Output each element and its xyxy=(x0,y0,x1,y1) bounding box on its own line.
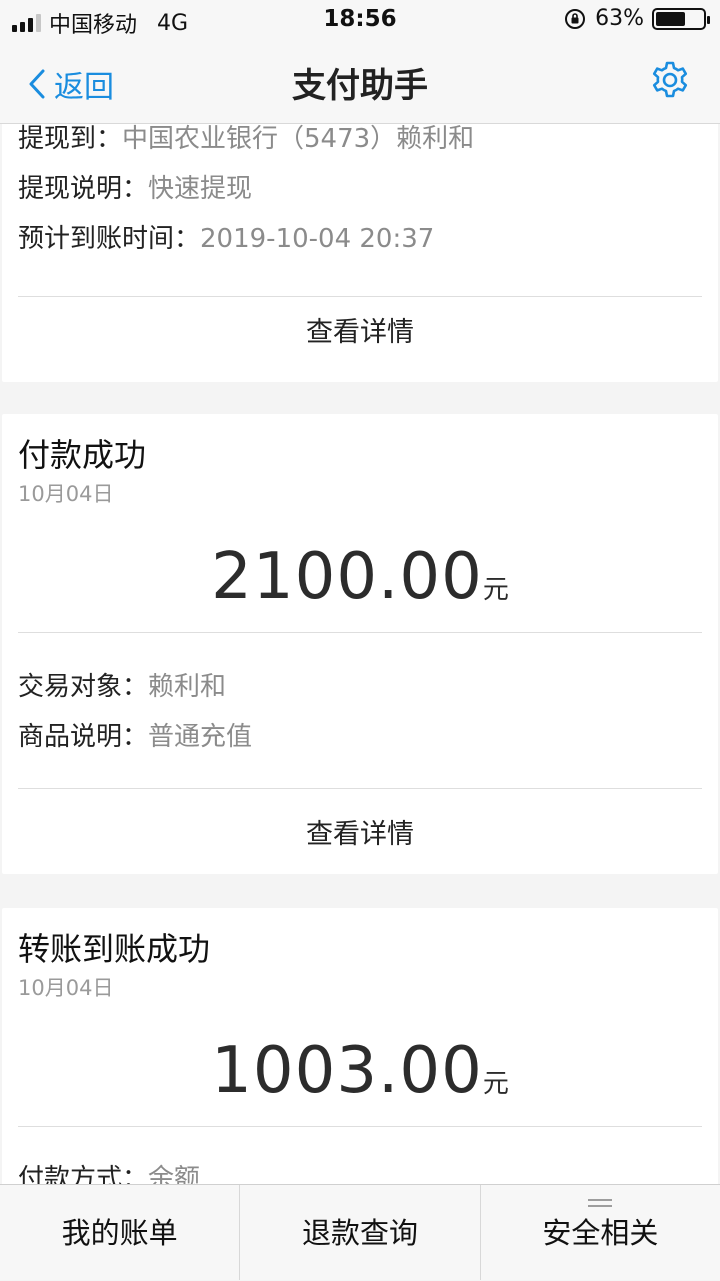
row-key: 提现说明： xyxy=(18,174,149,204)
battery-percent: 63% xyxy=(595,6,644,31)
status-bar: 中国移动 4G 18:56 63% xyxy=(0,0,720,40)
message-list[interactable]: 提现到：中国农业银行（5473）赖利和 提现说明：快速提现 预计到账时间：201… xyxy=(0,124,720,1184)
card-title: 付款成功 xyxy=(18,436,147,474)
amount-display: 2100.00元 xyxy=(2,540,718,614)
card-date: 10月04日 xyxy=(18,976,114,1000)
detail-row-payment-method: 付款方式：余额 xyxy=(2,1154,200,1184)
amount-value: 2100.00 xyxy=(211,540,483,614)
row-key: 预计到账时间： xyxy=(18,224,201,254)
row-key: 商品说明： xyxy=(18,722,149,752)
page-title: 支付助手 xyxy=(292,66,428,106)
payment-success-card: 付款成功 10月04日 2100.00元 交易对象：赖利和 商品说明：普通充值 … xyxy=(2,414,718,874)
tab-security[interactable]: 安全相关 xyxy=(479,1185,720,1280)
row-key: 提现到： xyxy=(18,124,123,154)
withdraw-card: 提现到：中国农业银行（5473）赖利和 提现说明：快速提现 预计到账时间：201… xyxy=(2,124,718,382)
gear-icon[interactable] xyxy=(650,60,690,100)
view-details-link[interactable]: 查看详情 xyxy=(2,310,718,349)
detail-row-counterparty: 交易对象：赖利和 xyxy=(2,662,252,712)
detail-row-withdraw-to: 提现到：中国农业银行（5473）赖利和 xyxy=(2,124,474,164)
rotation-lock-icon xyxy=(565,8,586,29)
detail-row-withdraw-note: 提现说明：快速提现 xyxy=(2,164,474,214)
amount-unit: 元 xyxy=(482,1069,509,1099)
detail-row-goods: 商品说明：普通充值 xyxy=(2,712,252,762)
card-date: 10月04日 xyxy=(18,482,114,506)
status-right: 63% xyxy=(563,6,710,31)
tab-my-bills[interactable]: 我的账单 xyxy=(0,1185,239,1280)
navigation-bar: 返回 支付助手 xyxy=(0,40,720,124)
battery-icon xyxy=(652,7,710,30)
row-key: 交易对象： xyxy=(18,672,149,702)
row-key: 付款方式： xyxy=(18,1164,149,1184)
row-value: 赖利和 xyxy=(148,672,227,702)
divider xyxy=(18,788,702,789)
row-value: 普通充值 xyxy=(148,722,253,752)
amount-display: 1003.00元 xyxy=(2,1034,718,1108)
view-details-link[interactable]: 查看详情 xyxy=(2,812,718,851)
row-value: 中国农业银行（5473）赖利和 xyxy=(122,124,475,154)
row-value: 快速提现 xyxy=(148,174,253,204)
amount-unit: 元 xyxy=(482,575,509,605)
tab-refund-query[interactable]: 退款查询 xyxy=(239,1185,479,1280)
divider xyxy=(18,1126,702,1127)
row-value: 2019-10-04 20:37 xyxy=(200,224,435,254)
menu-icon xyxy=(588,1199,613,1211)
amount-value: 1003.00 xyxy=(211,1034,483,1108)
divider xyxy=(18,296,702,297)
tab-security-label: 安全相关 xyxy=(542,1216,659,1250)
card-title: 转账到账成功 xyxy=(18,930,211,968)
bottom-tab-bar: 我的账单 退款查询 安全相关 xyxy=(0,1184,720,1280)
row-value: 余额 xyxy=(148,1164,201,1184)
detail-row-arrival-time: 预计到账时间：2019-10-04 20:37 xyxy=(2,214,474,264)
divider xyxy=(18,632,702,633)
transfer-success-card: 转账到账成功 10月04日 1003.00元 付款方式：余额 xyxy=(2,908,718,1184)
